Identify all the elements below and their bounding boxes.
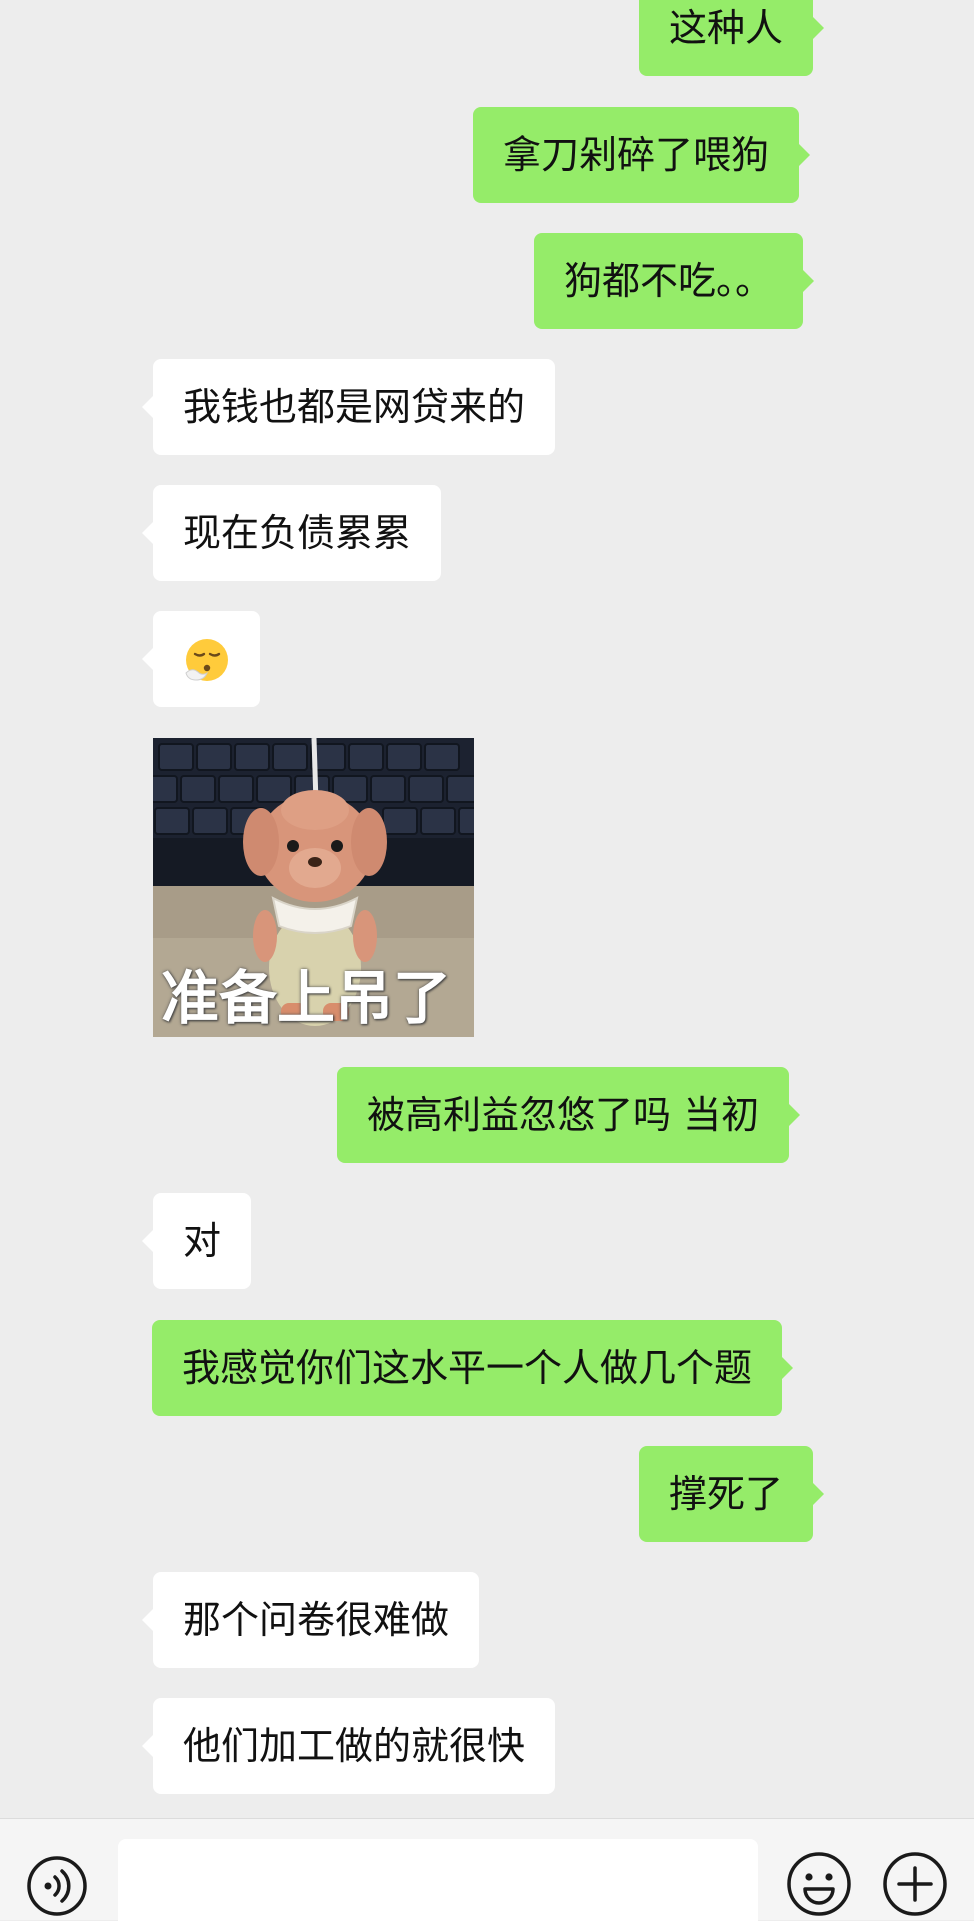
input-bar bbox=[0, 1818, 974, 1921]
sticker-image[interactable]: 准备上吊了 bbox=[153, 738, 474, 1037]
message-bubble-incoming[interactable]: 对 bbox=[141, 1193, 252, 1289]
message-bubble-outgoing[interactable]: 狗都不吃。。 bbox=[534, 233, 815, 329]
message-bubble-emoji[interactable] bbox=[142, 611, 260, 707]
message-bubble-incoming[interactable]: 现在负债累累 bbox=[141, 485, 442, 581]
emoji-smile-icon[interactable] bbox=[786, 1851, 852, 1917]
plus-circle-icon[interactable] bbox=[882, 1851, 948, 1917]
message-input[interactable] bbox=[118, 1839, 758, 1921]
voice-icon[interactable] bbox=[26, 1855, 88, 1917]
message-bubble-incoming[interactable]: 那个问卷很难做 bbox=[141, 1572, 480, 1668]
chat-message-list[interactable]: 这种人 拿刀剁碎了喂狗 狗都不吃。。 我钱也都是网贷来的 现在负债累累 准备上吊… bbox=[0, 0, 974, 1818]
message-bubble-outgoing[interactable]: 这种人 bbox=[639, 0, 825, 76]
message-bubble-incoming[interactable]: 我钱也都是网贷来的 bbox=[141, 359, 556, 455]
message-bubble-outgoing[interactable]: 拿刀剁碎了喂狗 bbox=[473, 107, 811, 203]
face-exhaling-icon bbox=[185, 639, 228, 681]
message-bubble-incoming[interactable]: 他们加工做的就很快 bbox=[141, 1698, 556, 1794]
message-bubble-outgoing[interactable]: 撑死了 bbox=[639, 1446, 825, 1542]
message-bubble-outgoing[interactable]: 被高利益忽悠了吗 当初 bbox=[337, 1067, 801, 1163]
sticker-caption: 准备上吊了 bbox=[161, 964, 452, 1032]
message-bubble-outgoing[interactable]: 我感觉你们这水平一个人做几个题 bbox=[152, 1320, 794, 1416]
